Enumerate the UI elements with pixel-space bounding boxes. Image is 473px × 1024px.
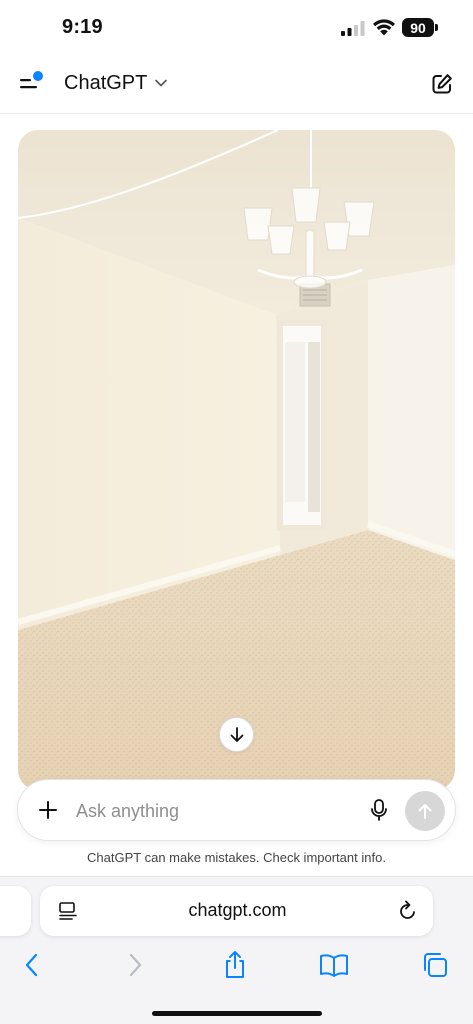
bookmarks-button[interactable] [319,950,349,980]
chevron-down-icon [155,79,168,87]
sidebar-menu-icon[interactable] [18,69,48,97]
model-selector[interactable]: ChatGPT [64,70,168,96]
tabs-button[interactable] [420,950,450,980]
back-button[interactable] [17,950,47,980]
status-time: 9:19 [62,16,103,38]
reload-icon[interactable] [398,900,418,922]
app-title: ChatGPT [64,71,148,94]
generated-room-image [18,130,455,790]
chevron-right-icon [129,953,142,977]
chevron-left-icon [25,953,38,977]
cellular-signal-icon [341,21,365,36]
send-button[interactable] [405,791,445,831]
battery-tip [435,24,438,31]
plus-icon[interactable] [36,798,60,822]
ask-input[interactable] [76,797,356,825]
wifi-icon [373,19,395,36]
share-button[interactable] [220,950,250,980]
battery-level: 90 [410,19,426,36]
book-icon [320,954,348,977]
message-composer [17,779,456,841]
url-text[interactable]: chatgpt.com [100,900,375,921]
browser-toolbar: chatgpt.com [0,876,473,1024]
arrow-up-icon [418,804,432,819]
address-bar[interactable]: chatgpt.com [40,886,433,936]
app-header: ChatGPT [0,56,473,114]
share-icon [226,951,244,978]
microphone-icon[interactable] [368,798,390,822]
reader-icon[interactable] [58,901,78,921]
disclaimer-text: ChatGPT can make mistakes. Check importa… [87,850,386,865]
room-illustration [18,130,455,790]
scroll-down-button[interactable] [219,717,254,752]
tabs-icon [424,953,447,977]
forward-button[interactable] [120,950,150,980]
battery-icon: 90 [402,18,434,37]
home-indicator [152,1011,322,1016]
edit-icon[interactable] [428,70,456,98]
status-bar: 9:19 90 [0,0,473,56]
arrow-down-icon [230,726,243,742]
previous-tab-preview[interactable] [0,886,31,936]
